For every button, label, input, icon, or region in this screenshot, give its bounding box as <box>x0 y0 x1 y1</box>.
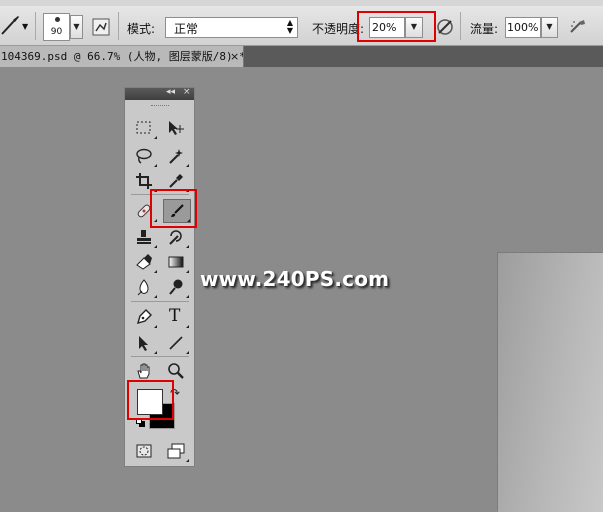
mode-label: 模式: <box>127 22 156 36</box>
flow-dropdown[interactable]: ▼ <box>541 17 558 38</box>
pen-tool[interactable] <box>131 306 157 328</box>
blur-tool[interactable] <box>131 276 157 298</box>
mode-select[interactable]: 正常 ▲ ▼ <box>165 17 298 38</box>
panel-grip[interactable] <box>151 105 169 108</box>
brush-size-value: 90 <box>50 27 63 37</box>
quick-mask-button[interactable] <box>131 440 157 462</box>
path-selection-tool[interactable] <box>131 332 157 354</box>
gradient-tool[interactable] <box>163 251 189 273</box>
flow-label: 流量: <box>470 22 499 36</box>
lasso-tool[interactable] <box>131 145 157 167</box>
brush-tip-icon <box>55 17 60 22</box>
options-bar: ▼ 90 ▼ 模式: 正常 ▲ ▼ 不透明度: 20% ▼ 流量: 100% ▼ <box>0 6 603 46</box>
airbrush-icon[interactable] <box>568 17 590 37</box>
document-tab-close-icon[interactable]: × <box>230 46 239 67</box>
document-tab-title: 104369.psd @ 66.7% (人物, 图层蒙版/8) * <box>1 50 244 63</box>
tools-panel: ◂◂ × T ↷ <box>124 87 197 467</box>
document-tab-bar: 104369.psd @ 66.7% (人物, 图层蒙版/8) * × <box>0 46 603 67</box>
line-tool[interactable] <box>163 332 189 354</box>
panel-close-icon[interactable]: × <box>183 87 191 97</box>
brush-size-picker[interactable]: 90 <box>43 13 70 41</box>
magic-wand-tool[interactable] <box>163 145 189 167</box>
brush-tool-highlight-box <box>150 189 197 228</box>
flow-input[interactable]: 100% <box>505 17 541 38</box>
mode-select-arrows-icon: ▲ ▼ <box>286 18 293 35</box>
dodge-tool[interactable] <box>163 276 189 298</box>
clone-stamp-tool[interactable] <box>131 226 157 248</box>
panel-divider <box>131 356 189 357</box>
flow-value: 100% <box>507 21 539 34</box>
panel-divider <box>131 301 189 302</box>
brush-size-dropdown[interactable]: ▼ <box>70 15 83 39</box>
brush-panel-icon[interactable] <box>92 18 110 36</box>
watermark-text: www.240PS.com <box>200 267 390 291</box>
document-tab[interactable]: 104369.psd @ 66.7% (人物, 图层蒙版/8) * × <box>0 46 244 67</box>
eraser-tool[interactable] <box>131 251 157 273</box>
brush-preset-icon[interactable] <box>0 12 22 38</box>
opacity-highlight-box <box>357 11 436 42</box>
document-canvas[interactable] <box>498 253 603 512</box>
screen-mode-button[interactable] <box>163 440 189 462</box>
move-tool[interactable] <box>163 117 189 139</box>
history-brush-tool[interactable] <box>163 226 189 248</box>
tool-preset-dropdown-icon[interactable]: ▼ <box>22 22 28 31</box>
pressure-opacity-icon[interactable] <box>436 18 454 36</box>
hand-tool[interactable] <box>131 360 157 382</box>
foreground-color-highlight-box <box>127 380 174 420</box>
type-tool[interactable]: T <box>163 306 189 328</box>
mode-value: 正常 <box>174 22 199 36</box>
rectangular-marquee-tool[interactable] <box>131 117 157 139</box>
type-tool-glyph: T <box>169 306 181 326</box>
zoom-tool[interactable] <box>163 360 189 382</box>
panel-collapse-icon[interactable]: ◂◂ <box>166 87 175 97</box>
tools-panel-header[interactable]: ◂◂ × <box>125 87 194 100</box>
